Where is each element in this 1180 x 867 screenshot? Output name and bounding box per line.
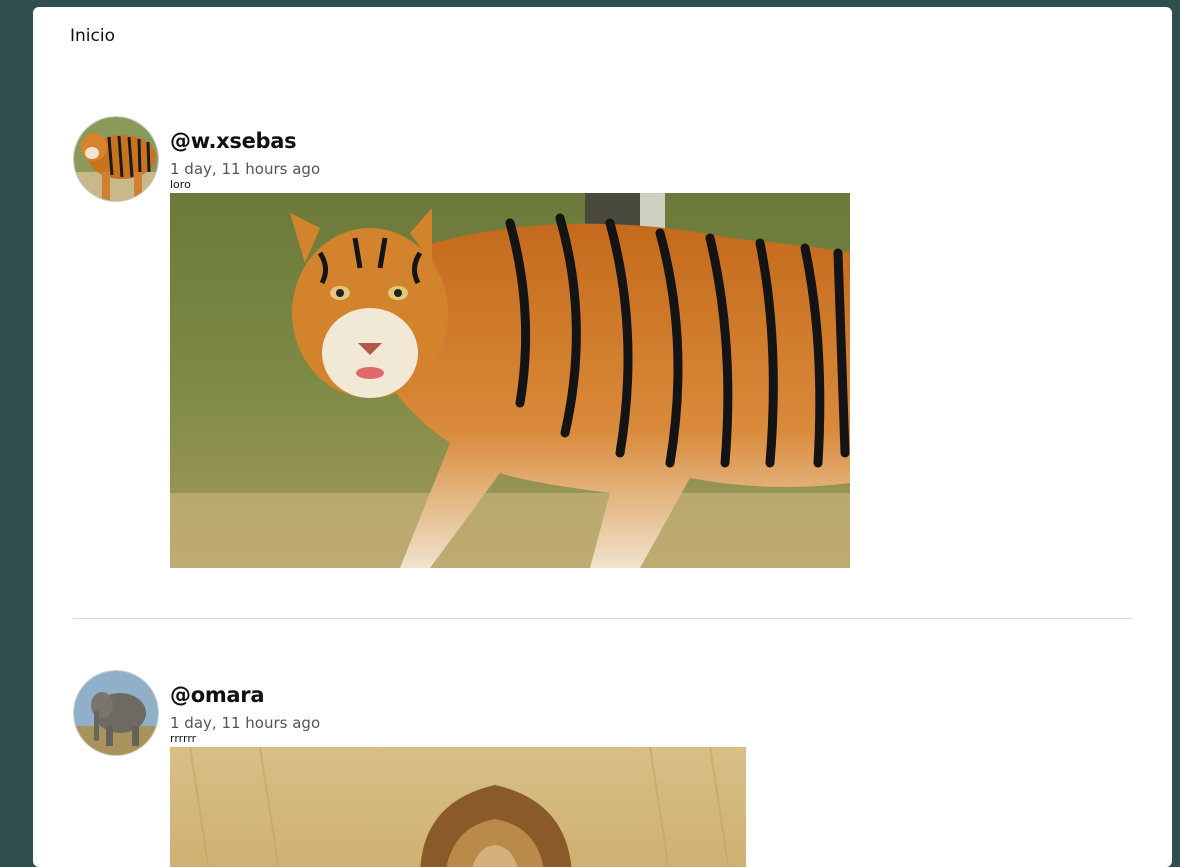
post-image[interactable] <box>170 747 746 867</box>
post-username[interactable]: @w.xsebas <box>170 129 297 153</box>
post-username[interactable]: @omara <box>170 683 265 707</box>
post-divider <box>73 618 1132 619</box>
tiger-photo <box>170 193 850 568</box>
post-image[interactable] <box>170 193 850 568</box>
lion-photo <box>170 747 746 867</box>
post-timestamp: 1 day, 11 hours ago <box>170 714 321 732</box>
post-caption: loro <box>170 178 191 191</box>
user-avatar[interactable] <box>73 670 159 756</box>
page-title[interactable]: Inicio <box>70 26 115 46</box>
user-avatar[interactable] <box>73 116 159 202</box>
post-caption: rrrrrr <box>170 732 197 745</box>
post-timestamp: 1 day, 11 hours ago <box>170 160 321 178</box>
tiger-avatar-icon <box>74 117 158 201</box>
elephant-avatar-icon <box>74 671 158 755</box>
feed-card: Inicio @w.xsebas 1 day, 11 hours ago lor… <box>33 7 1172 867</box>
